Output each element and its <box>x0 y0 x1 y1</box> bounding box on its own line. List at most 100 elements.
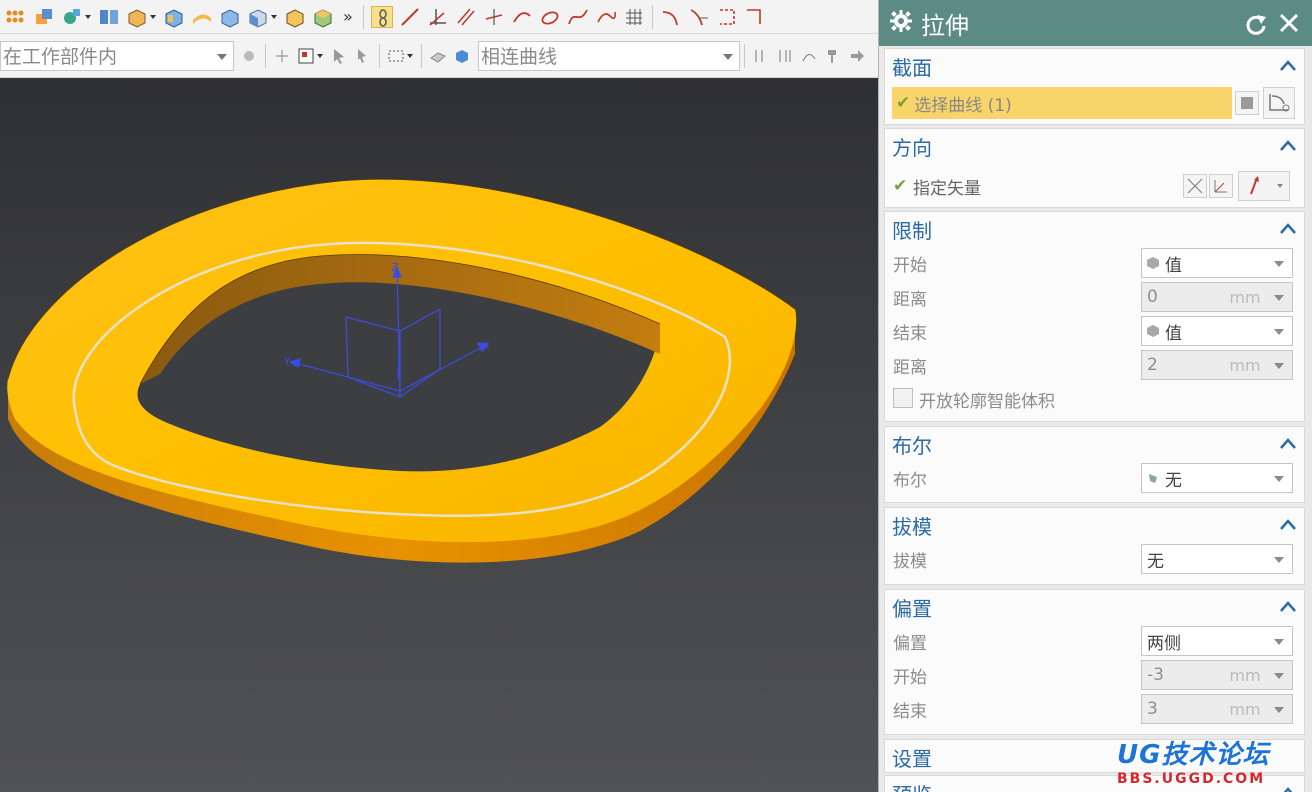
chevron-down-icon[interactable] <box>271 14 277 19</box>
limit-start-distance-input[interactable]: 0 mm <box>1141 282 1293 312</box>
offset-header[interactable]: 偏置 <box>885 590 1304 624</box>
arrow-right-icon[interactable] <box>848 47 866 65</box>
chevron-down-icon[interactable] <box>1274 295 1284 301</box>
vector-dialog-button[interactable] <box>1209 174 1233 198</box>
curve-rule-dropdown[interactable]: 相连曲线 <box>478 40 740 71</box>
vector-type-dropdown[interactable] <box>1238 171 1290 201</box>
model-canvas[interactable]: Z Y X <box>0 79 878 792</box>
book-icon[interactable] <box>98 6 120 28</box>
boolean-dropdown[interactable]: 无 <box>1141 463 1293 493</box>
collapse-icon[interactable] <box>1280 786 1296 792</box>
body-icon[interactable] <box>453 47 471 65</box>
x-axis-label: X <box>482 339 490 352</box>
collapse-icon[interactable] <box>1280 222 1296 234</box>
solid-box-icon[interactable] <box>219 6 241 28</box>
follow-fillet-icon[interactable] <box>776 47 794 65</box>
direction-header[interactable]: 方向 <box>885 129 1304 163</box>
collapse-icon[interactable] <box>1280 600 1296 612</box>
divider <box>362 4 364 29</box>
selection-scope-dropdown[interactable]: 在工作部件内 <box>0 40 234 71</box>
chevron-down-icon[interactable] <box>1274 363 1284 369</box>
specify-vector-row[interactable]: ✔ 指定矢量 <box>885 169 1304 203</box>
extend-curve-icon[interactable] <box>744 6 766 28</box>
chevron-down-icon <box>723 53 733 60</box>
grid-icon[interactable] <box>623 6 645 28</box>
chevron-down-icon <box>1274 261 1284 267</box>
layered-box-icon[interactable] <box>312 6 334 28</box>
boolean-icon[interactable] <box>33 6 55 28</box>
fillet-curve-icon[interactable] <box>660 6 682 28</box>
rectangle-select-icon[interactable] <box>387 47 405 65</box>
chevron-down-icon[interactable] <box>1274 707 1284 713</box>
curve-selector-button[interactable] <box>1235 91 1259 115</box>
chevron-down-icon[interactable] <box>85 14 91 19</box>
open-profile-checkbox[interactable] <box>893 388 913 408</box>
limit-end-dropdown[interactable]: 值 <box>1141 316 1293 346</box>
select-curve-row[interactable]: ✔ 选择曲线 (1) <box>892 87 1232 119</box>
block-icon[interactable] <box>247 6 269 28</box>
unit-label: mm <box>1228 351 1262 379</box>
limit-end-distance-input[interactable]: 2 mm <box>1141 350 1293 380</box>
limit-start-value: 值 <box>1165 255 1182 276</box>
sketch-feature-icon[interactable] <box>61 6 83 28</box>
close-icon[interactable] <box>1278 12 1300 38</box>
perpendicular-icon[interactable] <box>483 6 505 28</box>
gear-icon[interactable] <box>889 9 913 37</box>
chain-icon[interactable] <box>370 5 393 28</box>
corner-icon[interactable] <box>716 6 738 28</box>
offset-start-value: -3 <box>1147 665 1164 685</box>
pattern-icon[interactable] <box>5 6 27 28</box>
chevron-down-icon[interactable] <box>407 53 413 58</box>
chevron-down-icon[interactable] <box>150 14 156 19</box>
main-toolbar: » <box>0 0 878 34</box>
offset-end-input[interactable]: 3 mm <box>1141 694 1293 724</box>
line-icon[interactable] <box>399 6 421 28</box>
sketch-section-button[interactable] <box>1263 87 1295 119</box>
z-axis-label: Z <box>391 261 399 274</box>
toolbar-overflow[interactable]: » <box>343 7 353 26</box>
offset-label: 偏置 <box>893 633 927 654</box>
parallel-lines-icon[interactable] <box>455 6 477 28</box>
extrude-body-icon[interactable] <box>284 6 306 28</box>
graphics-viewport[interactable]: Z Y X <box>0 79 878 792</box>
collapse-icon[interactable] <box>1280 59 1296 71</box>
select-box-icon[interactable] <box>297 47 315 65</box>
multi-select-icon[interactable] <box>354 47 372 65</box>
arc-icon[interactable] <box>511 6 533 28</box>
offset-face-icon[interactable] <box>191 6 213 28</box>
reverse-direction-button[interactable] <box>1183 174 1207 198</box>
collapse-icon[interactable] <box>1280 437 1296 449</box>
offset-group: 偏置 偏置 两侧 开始 -3 mm 结束 3 mm <box>884 589 1305 735</box>
feature-curves-icon[interactable] <box>800 47 818 65</box>
watermark-logo: UG技术论坛 <box>1117 740 1270 770</box>
limits-header[interactable]: 限制 <box>885 212 1304 246</box>
limits-group: 限制 开始 值 距离 0 mm 结束 值 距离 2 mm 开放轮廓智能体积 <box>884 211 1305 422</box>
circle-icon[interactable] <box>539 6 561 28</box>
section-header[interactable]: 截面 <box>885 49 1304 83</box>
draft-header[interactable]: 拔模 <box>885 508 1304 542</box>
face-icon[interactable] <box>429 47 447 65</box>
offset-start-input[interactable]: -3 mm <box>1141 660 1293 690</box>
spline-icon[interactable] <box>567 6 589 28</box>
chevron-down-icon[interactable] <box>317 53 323 58</box>
chevron-down-icon <box>1274 639 1284 645</box>
filter-icon[interactable] <box>240 47 258 65</box>
collapse-icon[interactable] <box>1280 518 1296 530</box>
snap-point-icon[interactable] <box>273 47 291 65</box>
draft-dropdown[interactable]: 无 <box>1141 544 1293 574</box>
chevron-down-icon[interactable] <box>1274 673 1284 679</box>
collapse-icon[interactable] <box>1280 139 1296 151</box>
offset-dropdown[interactable]: 两侧 <box>1141 626 1293 656</box>
shell-icon[interactable] <box>163 6 185 28</box>
offset-curve-icon[interactable] <box>595 6 617 28</box>
boolean-header[interactable]: 布尔 <box>885 427 1304 461</box>
box-icon[interactable] <box>126 6 148 28</box>
limit-start-dropdown[interactable]: 值 <box>1141 248 1293 278</box>
point-icon[interactable] <box>427 6 449 28</box>
cursor-icon[interactable] <box>330 47 348 65</box>
specify-vector-label: 指定矢量 <box>913 178 981 199</box>
stop-at-intersection-icon[interactable] <box>752 47 770 65</box>
reset-icon[interactable] <box>1244 12 1268 40</box>
paint-icon[interactable] <box>824 47 842 65</box>
trim-curve-icon[interactable] <box>688 6 710 28</box>
